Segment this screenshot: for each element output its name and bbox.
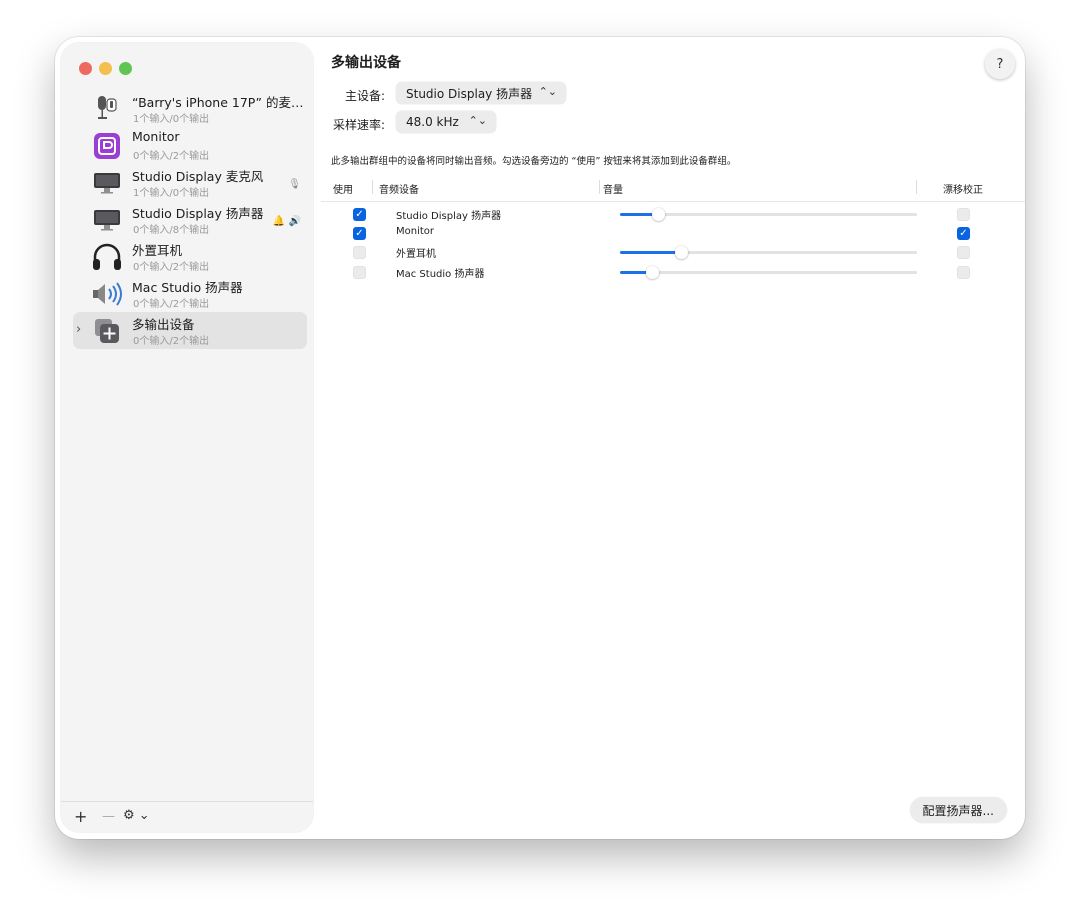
- volume-slider[interactable]: [620, 246, 917, 259]
- use-checkbox[interactable]: [353, 227, 366, 240]
- device-io-count: 0个输入/2个输出: [133, 299, 210, 310]
- popup-arrows-icon: ⌃⌄: [468, 114, 487, 127]
- table-row: Mac Studio 扬声器: [321, 263, 1025, 282]
- zoom-button[interactable]: [119, 62, 132, 75]
- remove-device-button[interactable]: —: [102, 809, 115, 824]
- sample-rate-popup[interactable]: 48.0 kHz ⌃⌄: [396, 111, 496, 133]
- sidebar-device-item[interactable]: › 多输出设备 0个输入/2个输出: [73, 312, 307, 349]
- primary-device-label: 主设备:: [345, 89, 386, 103]
- device-name: Studio Display 扬声器: [132, 206, 264, 221]
- table-row: Studio Display 扬声器: [321, 205, 1025, 224]
- volume-fill: [620, 251, 679, 254]
- close-button[interactable]: [79, 62, 92, 75]
- sidebar-device-item[interactable]: “Barry's iPhone 17P” 的麦… 1个输入/0个输出: [73, 90, 307, 127]
- column-divider: [916, 180, 917, 194]
- device-detail-pane: 多输出设备 ? 主设备: Studio Display 扬声器 ⌃⌄ 采样速率:…: [313, 37, 1025, 839]
- primary-device-value: Studio Display 扬声器: [406, 86, 533, 101]
- use-checkbox[interactable]: [353, 266, 366, 279]
- volume-slider[interactable]: [620, 208, 917, 221]
- column-divider: [599, 180, 600, 194]
- use-checkbox[interactable]: [353, 208, 366, 221]
- audio-midi-window: “Barry's iPhone 17P” 的麦… 1个输入/0个输出 Monitor…: [55, 37, 1025, 839]
- gear-menu-button[interactable]: ⚙︎ ⌄: [123, 808, 150, 823]
- column-device[interactable]: 音频设备: [379, 181, 419, 196]
- drift-correction-checkbox[interactable]: [957, 266, 970, 279]
- speaker-icon: [90, 279, 124, 309]
- sidebar-device-item[interactable]: Mac Studio 扬声器 0个输入/2个输出: [73, 275, 307, 312]
- table-row: Monitor: [321, 224, 1025, 243]
- device-io-count: 1个输入/0个输出: [133, 188, 210, 199]
- sidebar-device-item[interactable]: Monitor 0个输入/2个输出: [73, 127, 307, 164]
- configure-speakers-button[interactable]: 配置扬声器...: [909, 797, 1007, 823]
- sidebar-device-item[interactable]: Studio Display 扬声器 0个输入/8个输出 🔔 🔊: [73, 201, 307, 238]
- device-io-count: 0个输入/2个输出: [133, 262, 210, 273]
- description-text: 此多输出群组中的设备将同时输出音频。勾选设备旁边的 “使用” 按钮来将其添加到此…: [331, 156, 737, 167]
- audio-device-name: Studio Display 扬声器: [396, 211, 502, 222]
- volume-knob[interactable]: [646, 266, 659, 279]
- device-io-count: 0个输入/2个输出: [133, 151, 210, 162]
- device-name: “Barry's iPhone 17P” 的麦…: [132, 95, 304, 110]
- add-device-button[interactable]: +: [74, 807, 87, 826]
- display-icon: [90, 168, 124, 198]
- column-use[interactable]: 使用: [333, 181, 353, 196]
- device-status-icons: 🔔 🔊: [272, 216, 301, 227]
- table-row: 外置耳机: [321, 243, 1025, 262]
- multi-output-icon: [90, 316, 124, 346]
- volume-fill: [620, 213, 656, 216]
- device-sidebar: “Barry's iPhone 17P” 的麦… 1个输入/0个输出 Monitor…: [61, 43, 313, 832]
- device-name: Monitor: [132, 129, 180, 144]
- drift-correction-checkbox[interactable]: [957, 246, 970, 259]
- sample-rate-value: 48.0 kHz: [406, 115, 459, 129]
- microphone-iphone-icon: [90, 94, 124, 124]
- audio-device-name: 外置耳机: [396, 249, 436, 260]
- use-checkbox[interactable]: [353, 246, 366, 259]
- popup-arrows-icon: ⌃⌄: [538, 85, 557, 98]
- drift-correction-checkbox[interactable]: [957, 227, 970, 240]
- sidebar-device-item[interactable]: Studio Display 麦克风 1个输入/0个输出 🎙: [73, 164, 307, 201]
- table-header: 使用 音频设备 音量 漂移校正: [321, 177, 1025, 202]
- device-status-icons: 🎙: [288, 179, 301, 190]
- device-io-count: 0个输入/2个输出: [133, 336, 210, 347]
- page-title: 多输出设备: [331, 55, 401, 71]
- volume-slider[interactable]: [620, 266, 917, 279]
- volume-knob[interactable]: [652, 208, 665, 221]
- device-io-count: 1个输入/0个输出: [133, 114, 210, 125]
- device-io-count: 0个输入/8个输出: [133, 225, 210, 236]
- headphones-icon: [90, 242, 124, 272]
- column-volume[interactable]: 音量: [603, 181, 623, 196]
- device-name: Mac Studio 扬声器: [132, 280, 243, 295]
- device-name: 外置耳机: [132, 243, 183, 258]
- display-icon: [90, 205, 124, 235]
- device-name: 多输出设备: [132, 317, 195, 332]
- minimize-button[interactable]: [99, 62, 112, 75]
- sample-rate-label: 采样速率:: [333, 118, 386, 132]
- volume-knob[interactable]: [675, 246, 688, 259]
- audio-device-name: Monitor: [396, 226, 435, 237]
- column-drift[interactable]: 漂移校正: [943, 181, 983, 196]
- device-name: Studio Display 麦克风: [132, 169, 264, 184]
- sidebar-toolbar: + — ⚙︎ ⌄: [61, 801, 313, 832]
- sidebar-device-item[interactable]: 外置耳机 0个输入/2个输出: [73, 238, 307, 275]
- drift-correction-checkbox[interactable]: [957, 208, 970, 221]
- disclosure-chevron-icon[interactable]: ›: [76, 322, 81, 337]
- column-divider: [372, 180, 373, 194]
- monitor-app-icon: [90, 131, 124, 161]
- primary-device-popup[interactable]: Studio Display 扬声器 ⌃⌄: [396, 82, 566, 104]
- audio-device-name: Mac Studio 扬声器: [396, 269, 485, 280]
- help-button[interactable]: ?: [985, 49, 1015, 79]
